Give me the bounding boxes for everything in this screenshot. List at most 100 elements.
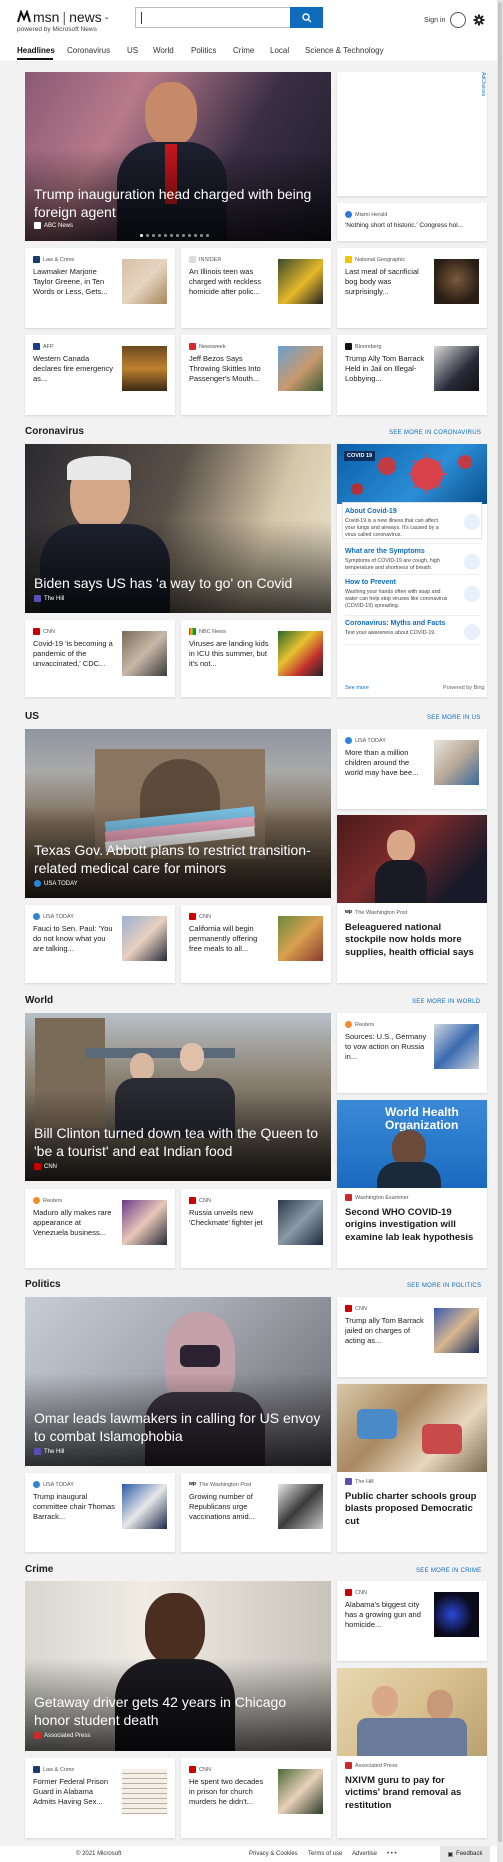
news-card[interactable]: CNN California will begin permanently of… (181, 905, 331, 983)
covid-see-more-link[interactable]: See more (345, 685, 369, 691)
card-title: Beleaguered national stockpile now holds… (345, 922, 474, 958)
covid-myths-link[interactable]: Coronavirus: Myths and Facts (345, 620, 445, 627)
hero-title[interactable]: Bill Clinton turned down tea with the Qu… (34, 1125, 322, 1160)
ad-choices-link[interactable]: AdChoices (480, 72, 486, 96)
news-card[interactable]: Reuters Sources: U.S., Germany to vow ac… (337, 1013, 487, 1093)
sign-in-link[interactable]: Sign in (424, 17, 445, 24)
ad-slot[interactable] (337, 72, 487, 196)
card-title: Public charter schools group blasts prop… (345, 1491, 477, 1527)
see-more-politics[interactable]: SEE MORE IN POLITICS (407, 1283, 481, 1289)
covid-about-text: Covid-19 is a new illness that can affec… (345, 518, 439, 539)
gear-icon[interactable] (473, 14, 485, 26)
news-card[interactable]: USA TODAY Fauci to Sen. Paul: 'You do no… (25, 905, 175, 983)
section-title-politics[interactable]: Politics (25, 1279, 61, 1290)
courtroom-sketch (357, 1718, 467, 1756)
carousel-dots[interactable] (140, 234, 209, 237)
source-icon (33, 1481, 40, 1488)
tab-local[interactable]: Local (270, 46, 289, 55)
big-card-crime[interactable]: Associated Press NXIVM guru to pay for v… (337, 1668, 487, 1838)
tab-science-technology[interactable]: Science & Technology (305, 46, 384, 55)
feedback-icon: ▣ (447, 1851, 454, 1858)
more-menu-icon[interactable]: • • • (387, 1851, 397, 1857)
news-card[interactable]: USA TODAY Trump inaugural committee chai… (25, 1473, 175, 1552)
msn-news-logo[interactable]: msn | news ⌄ powered by Microsoft News (17, 9, 110, 33)
news-card[interactable]: USA TODAY More than a million children a… (337, 729, 487, 809)
hero-card-crime[interactable]: Getaway driver gets 42 years in Chicago … (25, 1581, 331, 1751)
tab-world[interactable]: World (153, 46, 174, 55)
card-source: The Washington Post (198, 1481, 252, 1488)
hero-title[interactable]: Biden says US has 'a way to go' on Covid (34, 575, 322, 593)
hero-title[interactable]: Getaway driver gets 42 years in Chicago … (34, 1694, 322, 1729)
cnn-icon (34, 1163, 41, 1170)
card-thumbnail (278, 259, 323, 304)
see-more-crime[interactable]: SEE MORE IN CRIME (416, 1568, 481, 1574)
hero-title[interactable]: Omar leads lawmakers in calling for US e… (34, 1410, 322, 1445)
card-thumbnail (278, 631, 323, 676)
section-title-world[interactable]: World (25, 995, 53, 1006)
news-card[interactable]: Newsweek Jeff Bezos Says Throwing Skittl… (181, 335, 331, 415)
news-card[interactable]: AFP Western Canada declares fire emergen… (25, 335, 175, 415)
hero-card-politics[interactable]: Omar leads lawmakers in calling for US e… (25, 1297, 331, 1466)
covid-symptoms-link[interactable]: What are the Symptoms (345, 548, 425, 555)
source-icon (345, 211, 352, 218)
see-more-coronavirus[interactable]: SEE MORE IN CORONAVIRUS (389, 430, 481, 436)
hero-title[interactable]: Trump inauguration head charged with bei… (34, 186, 322, 221)
news-card[interactable]: CNN Russia unveils new 'Checkmate' fight… (181, 1189, 331, 1268)
news-card[interactable]: CNN He spent two decades in prison for c… (181, 1758, 331, 1838)
card-thumbnail (278, 1484, 323, 1529)
search-button[interactable] (290, 7, 323, 28)
hero-card-coronavirus[interactable]: Biden says US has 'a way to go' on Covid… (25, 444, 331, 613)
section-title-us[interactable]: US (25, 711, 39, 722)
news-card[interactable]: CNN Alabama's biggest city has a growing… (337, 1581, 487, 1661)
covid-about-link[interactable]: About Covid-19 (345, 508, 397, 515)
terms-link[interactable]: Terms of use (308, 1851, 342, 1857)
scrollbar-thumb[interactable] (498, 2, 502, 1842)
feedback-button[interactable]: ▣ Feedback (440, 1846, 490, 1862)
usa-today-icon (34, 880, 41, 887)
section-title-crime[interactable]: Crime (25, 1564, 53, 1575)
see-more-world[interactable]: SEE MORE IN WORLD (412, 999, 480, 1005)
tab-us[interactable]: US (127, 46, 138, 55)
card-thumbnail (122, 631, 167, 676)
news-card[interactable]: wp The Washington Post Growing number of … (181, 1473, 331, 1552)
card-title: More than a million children around the … (345, 748, 419, 778)
logo-separator: | (62, 9, 67, 25)
hero-card-us[interactable]: Texas Gov. Abbott plans to restrict tran… (25, 729, 331, 898)
card-title: Alabama's biggest city has a growing gun… (345, 1600, 421, 1630)
source-icon (33, 256, 40, 263)
hero-title[interactable]: Texas Gov. Abbott plans to restrict tran… (34, 842, 322, 877)
hero-photo-hair (67, 456, 131, 480)
news-card[interactable]: National Geographic Last meal of sacrifi… (337, 248, 487, 328)
big-card-world[interactable]: World Health Organization Washington Exam… (337, 1100, 487, 1268)
card-source: Reuters (355, 1021, 375, 1028)
tab-politics[interactable]: Politics (191, 46, 216, 55)
news-card[interactable]: INSIDER An Illinois teen was charged wit… (181, 248, 331, 328)
news-card[interactable]: NBC News Viruses are landing kids in ICU… (181, 620, 331, 697)
side-card-headlines[interactable]: Miami Herald 'Nothing short of historic.… (337, 203, 487, 241)
card-thumbnail (122, 346, 167, 391)
advertise-link[interactable]: Advertise (352, 1851, 377, 1857)
section-title-coronavirus[interactable]: Coronavirus (25, 426, 84, 437)
card-image (337, 1384, 487, 1472)
source-icon (345, 256, 352, 263)
news-card[interactable]: CNN Trump ally Tom Barrack jailed on cha… (337, 1297, 487, 1377)
card-source: CNN (43, 628, 55, 635)
source-icon (345, 1762, 352, 1769)
news-card[interactable]: Reuters Maduro ally makes rare appearanc… (25, 1189, 175, 1268)
card-thumbnail (434, 1024, 479, 1069)
news-card[interactable]: CNN Covid-19 'is becoming a pandemic of … (25, 620, 175, 697)
tab-headlines[interactable]: Headlines (17, 46, 55, 55)
hero-card-headlines[interactable]: Trump inauguration head charged with bei… (25, 72, 331, 241)
privacy-link[interactable]: Privacy & Cookies (249, 1851, 298, 1857)
big-card-us[interactable]: wp The Washington Post Beleaguered nation… (337, 815, 487, 983)
tab-coronavirus[interactable]: Coronavirus (67, 46, 110, 55)
news-card[interactable]: Law & Crime Lawmaker Marjorie Taylor Gre… (25, 248, 175, 328)
user-avatar-icon[interactable] (450, 12, 466, 28)
big-card-politics[interactable]: The Hill Public charter schools group bl… (337, 1384, 487, 1552)
hero-card-world[interactable]: Bill Clinton turned down tea with the Qu… (25, 1013, 331, 1181)
news-card[interactable]: Bloomberg Trump Ally Tom Barrack Held in… (337, 335, 487, 415)
news-card[interactable]: Law & Crime Former Federal Prison Guard … (25, 1758, 175, 1838)
covid-prevent-link[interactable]: How to Prevent (345, 579, 396, 586)
see-more-us[interactable]: SEE MORE IN US (427, 715, 481, 721)
tab-crime[interactable]: Crime (233, 46, 254, 55)
